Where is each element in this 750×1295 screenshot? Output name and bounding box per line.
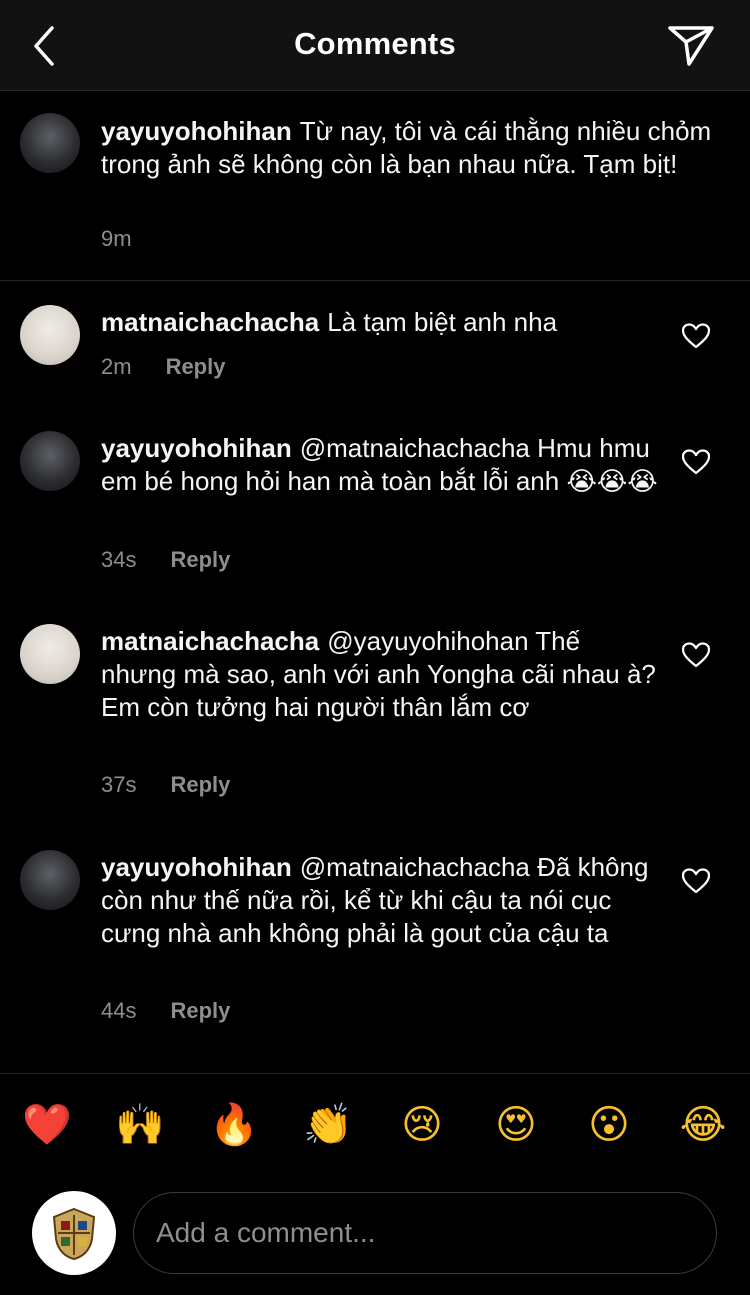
like-heart-icon[interactable]: [682, 868, 710, 894]
reply-button[interactable]: Reply: [170, 998, 230, 1023]
like-heart-icon[interactable]: [682, 449, 710, 475]
reply-button[interactable]: Reply: [166, 354, 226, 379]
avatar[interactable]: [20, 624, 80, 684]
add-comment-input[interactable]: [133, 1192, 717, 1274]
send-icon[interactable]: [664, 20, 718, 70]
comment-composer: [0, 1175, 750, 1295]
header-bar: Comments: [0, 0, 750, 91]
caption-username[interactable]: yayuyohohihan: [101, 116, 292, 146]
comment-timestamp: 2m: [101, 354, 132, 379]
comment-username[interactable]: yayuyohohihan: [101, 433, 292, 463]
heart-eyes-emoji[interactable]: 😍: [491, 1100, 541, 1150]
comment-username[interactable]: matnaichachacha: [101, 626, 319, 656]
avatar[interactable]: [20, 113, 80, 173]
avatar[interactable]: [20, 850, 80, 910]
comment-timestamp: 34s: [101, 547, 137, 572]
tears-of-joy-emoji[interactable]: 😂: [678, 1100, 728, 1150]
comment-username[interactable]: yayuyohohihan: [101, 852, 292, 882]
like-heart-icon[interactable]: [682, 642, 710, 668]
my-avatar[interactable]: [32, 1191, 116, 1275]
fire-emoji[interactable]: 🔥: [209, 1100, 259, 1150]
comment-timestamp: 37s: [101, 772, 137, 797]
crest-icon: [52, 1207, 96, 1261]
caption-timestamp: 9m: [101, 226, 132, 251]
comment-timestamp: 44s: [101, 998, 137, 1023]
comment-text: Là tạm biệt anh nha: [327, 307, 558, 337]
surprised-face-emoji[interactable]: 😮: [584, 1100, 634, 1150]
raised-hands-emoji[interactable]: 🙌: [115, 1100, 165, 1150]
reply-button[interactable]: Reply: [170, 547, 230, 572]
avatar[interactable]: [20, 305, 80, 365]
divider: [0, 280, 750, 281]
reply-button[interactable]: Reply: [170, 772, 230, 797]
like-heart-icon[interactable]: [682, 323, 710, 349]
emoji-reaction-bar: ❤️ 🙌 🔥 👏 😢 😍 😮 😂: [0, 1074, 750, 1174]
clapping-hands-emoji[interactable]: 👏: [303, 1100, 353, 1150]
avatar[interactable]: [20, 431, 80, 491]
crying-face-emoji[interactable]: 😢: [397, 1100, 447, 1150]
comment-username[interactable]: matnaichachacha: [101, 307, 319, 337]
red-heart-emoji[interactable]: ❤️: [22, 1100, 72, 1150]
page-title: Comments: [294, 26, 456, 61]
